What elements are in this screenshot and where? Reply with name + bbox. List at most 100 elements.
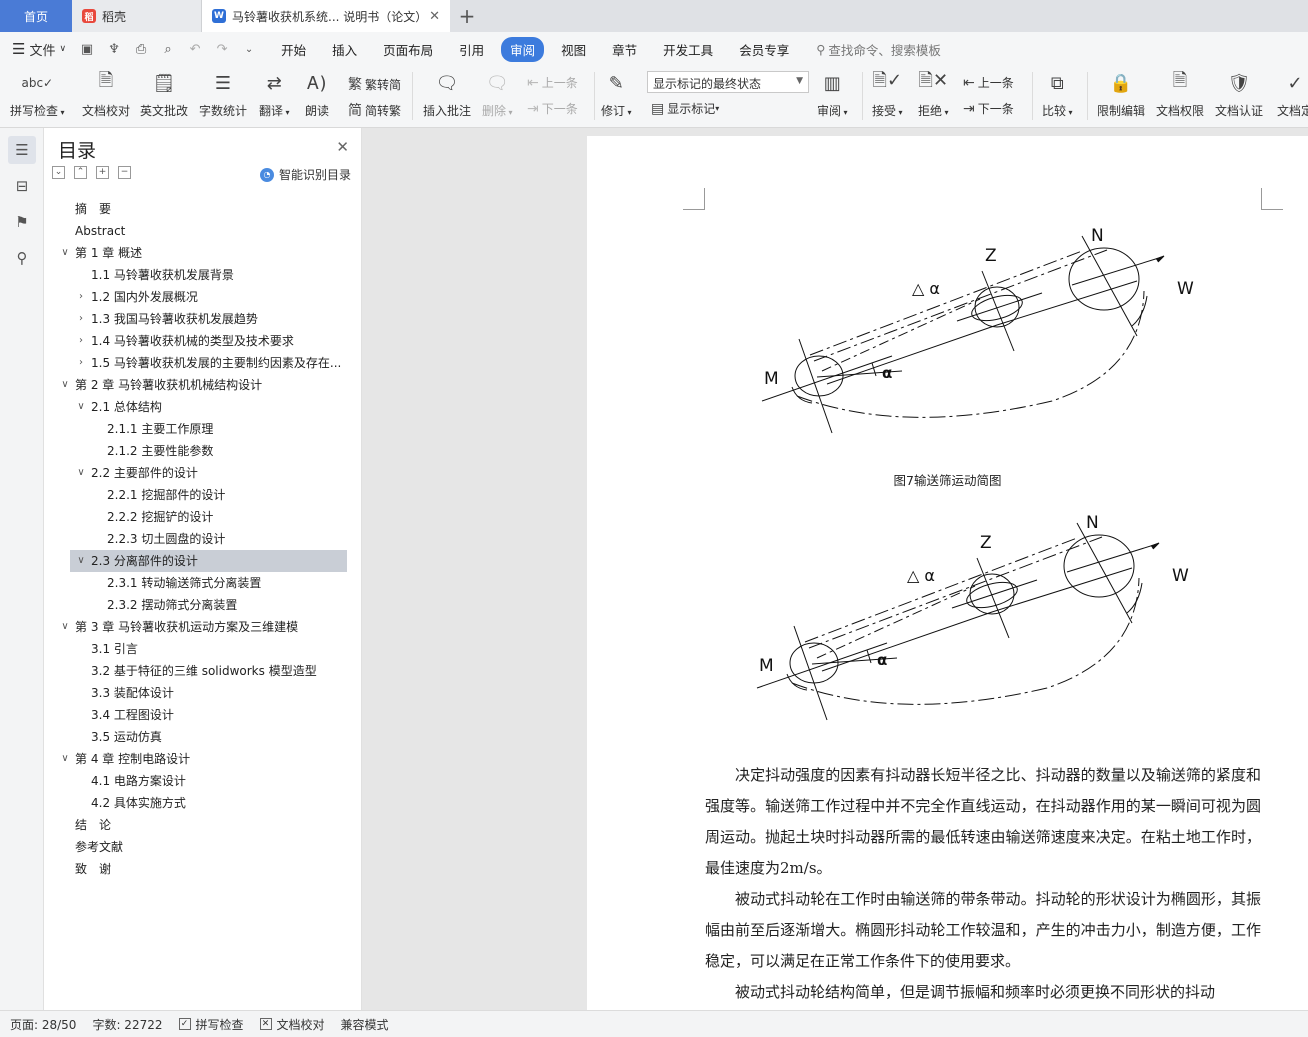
word-count-button[interactable]: ☰ 字数统计 <box>199 68 247 119</box>
trad-to-simp-button[interactable]: 繁繁转简 <box>348 74 401 94</box>
command-search[interactable]: ⚲ 查找命令、搜索模板 <box>816 40 941 59</box>
prev-change-button[interactable]: ⇤ 上一条 <box>963 74 1014 91</box>
chapter-nav-button[interactable]: ⊟ <box>8 172 36 200</box>
tab-4[interactable]: 审阅 <box>501 36 545 62</box>
undo-icon[interactable]: ↶ <box>186 42 204 57</box>
toc-item[interactable]: › 1.4 马铃薯收获机械的类型及技术要求 <box>44 330 362 352</box>
chevron-down-icon[interactable]: ∨ <box>59 242 71 264</box>
toc-item[interactable]: 2.2.3 切土圆盘的设计 <box>44 528 362 550</box>
customize-icon[interactable]: ⌄ <box>240 44 258 55</box>
chevron-down-icon[interactable]: ∨ <box>75 396 87 418</box>
toc-item[interactable]: 致 谢 <box>44 858 362 880</box>
tab-8[interactable]: 会员专享 <box>730 37 798 62</box>
proof-toggle[interactable]: ✕ 文档校对 <box>259 1016 325 1033</box>
toc-item[interactable]: 3.4 工程图设计 <box>44 704 362 726</box>
chevron-down-icon[interactable]: ∨ <box>75 462 87 484</box>
file-menu[interactable]: ☰ 文件 ∨ <box>12 40 66 59</box>
chevron-down-icon[interactable]: ∨ <box>75 550 87 572</box>
delete-comment-button[interactable]: 🗨 删除 ▾ <box>482 68 513 119</box>
redo-icon[interactable]: ↷ <box>213 42 231 57</box>
close-icon[interactable]: ✕ <box>429 9 440 24</box>
translate-button[interactable]: ⇄ 翻译 ▾ <box>259 68 290 119</box>
expand-all-icon[interactable]: ⌃ <box>74 166 87 179</box>
chevron-right-icon[interactable]: › <box>75 308 87 330</box>
read-aloud-button[interactable]: Ꭺ) 朗读 <box>303 68 331 119</box>
toc-item[interactable]: 结 论 <box>44 814 362 836</box>
simp-to-trad-button[interactable]: 简简转繁 <box>348 100 401 120</box>
toc-item[interactable]: 3.1 引言 <box>44 638 362 660</box>
toc-item[interactable]: ∨ 2.2 主要部件的设计 <box>44 462 362 484</box>
chevron-down-icon[interactable]: ∨ <box>59 748 71 770</box>
doc-permission-button[interactable]: 🗎 文档权限 <box>1156 68 1204 119</box>
tab-0[interactable]: 开始 <box>272 37 315 62</box>
toc-item[interactable]: 2.1.2 主要性能参数 <box>44 440 362 462</box>
insert-comment-button[interactable]: 🗨 插入批注 <box>423 68 471 119</box>
print-icon[interactable]: ⎙ <box>132 42 150 57</box>
smart-toc-button[interactable]: ◔ 智能识别目录 <box>259 166 351 183</box>
tab-6[interactable]: 章节 <box>603 37 646 62</box>
print-preview-icon[interactable]: ⌕ <box>159 42 177 57</box>
chevron-right-icon[interactable]: › <box>75 352 87 374</box>
format-painter-icon[interactable]: ♆ <box>105 42 123 57</box>
toc-item[interactable]: ∨ 第 1 章 概述 <box>44 242 362 264</box>
toc-item[interactable]: ∨ 2.1 总体结构 <box>44 396 362 418</box>
tab-7[interactable]: 开发工具 <box>654 37 722 62</box>
toc-item[interactable]: 4.2 具体实施方式 <box>44 792 362 814</box>
toc-item[interactable]: 3.2 基于特征的三维 solidworks 模型造型 <box>44 660 362 682</box>
track-changes-button[interactable]: ✎ 修订 ▾ <box>601 68 632 119</box>
plus-icon[interactable]: + <box>96 166 109 179</box>
tab-1[interactable]: 插入 <box>323 37 366 62</box>
bookmark-nav-button[interactable]: ⚑ <box>8 208 36 236</box>
toc-nav-button[interactable]: ☰ <box>8 136 36 164</box>
spell-check-toggle[interactable]: ✓ 拼写检查 <box>178 1016 244 1033</box>
show-markup-button[interactable]: ▤ 显示标记 ▾ <box>651 100 719 117</box>
minus-icon[interactable]: − <box>118 166 131 179</box>
toc-item[interactable]: 3.5 运动仿真 <box>44 726 362 748</box>
word-count-indicator[interactable]: 字数: 22722 <box>92 1016 162 1033</box>
next-change-button[interactable]: ⇥ 下一条 <box>963 100 1014 117</box>
find-nav-button[interactable]: ⚲ <box>8 244 36 272</box>
tab-2[interactable]: 页面布局 <box>374 37 442 62</box>
tab-document[interactable]: W 马铃薯收获机系统... 说明书（论文） ✕ <box>202 0 450 32</box>
toc-item[interactable]: 2.2.1 挖掘部件的设计 <box>44 484 362 506</box>
toc-item[interactable]: 2.1.1 主要工作原理 <box>44 418 362 440</box>
english-correct-button[interactable]: 🗒 英文批改 <box>140 68 188 119</box>
toc-item[interactable]: ∨ 第 2 章 马铃薯收获机机械结构设计 <box>44 374 362 396</box>
markup-state-select[interactable]: 显示标记的最终状态 ▼ <box>647 71 809 93</box>
new-tab-button[interactable]: + <box>450 0 484 32</box>
toc-item[interactable]: › 1.3 我国马铃薯收获机发展趋势 <box>44 308 362 330</box>
tab-home[interactable]: 首页 <box>0 0 72 32</box>
document-area[interactable]: M Z N W △ α α 图7输送筛运动简图 M Z N W △ α α 决定抖动强度的因素有抖动… <box>362 128 1308 1010</box>
toc-item[interactable]: › 1.2 国内外发展概况 <box>44 286 362 308</box>
toc-item[interactable]: 参考文献 <box>44 836 362 858</box>
toc-item[interactable]: 3.3 装配体设计 <box>44 682 362 704</box>
prev-comment-button[interactable]: ⇤ 上一条 <box>527 74 578 91</box>
spell-check-button[interactable]: abc✓ 拼写检查 ▾ <box>10 68 65 119</box>
doc-final-button[interactable]: ✓ 文档定 <box>1277 68 1308 119</box>
tab-daoke[interactable]: 稻 稻壳 <box>72 0 202 32</box>
page-indicator[interactable]: 页面: 28/50 <box>10 1016 76 1033</box>
toc-item[interactable]: › 1.5 马铃薯收获机发展的主要制约因素及存在... <box>44 352 362 374</box>
review-pane-button[interactable]: ▥ 审阅 ▾ <box>817 68 848 119</box>
toc-item[interactable]: ∨ 2.3 分离部件的设计 <box>70 550 347 572</box>
document-page[interactable]: M Z N W △ α α 图7输送筛运动简图 M Z N W △ α α 决定抖动强度的因素有抖动… <box>587 136 1308 1010</box>
toc-item[interactable]: 4.1 电路方案设计 <box>44 770 362 792</box>
toc-item[interactable]: ∨ 第 3 章 马铃薯收获机运动方案及三维建模 <box>44 616 362 638</box>
toc-item[interactable]: 摘 要 <box>44 198 362 220</box>
restrict-edit-button[interactable]: 🔒 限制编辑 <box>1097 68 1145 119</box>
toc-item[interactable]: 1.1 马铃薯收获机发展背景 <box>44 264 362 286</box>
chevron-down-icon[interactable]: ∨ <box>59 374 71 396</box>
toc-item[interactable]: 2.3.1 转动输送筛式分离装置 <box>44 572 362 594</box>
collapse-all-icon[interactable]: ⌄ <box>52 166 65 179</box>
chevron-down-icon[interactable]: ∨ <box>59 616 71 638</box>
tab-5[interactable]: 视图 <box>552 37 595 62</box>
compare-button[interactable]: ⧉ 比较 ▾ <box>1042 68 1073 119</box>
next-comment-button[interactable]: ⇥ 下一条 <box>527 100 578 117</box>
toc-item[interactable]: Abstract <box>44 220 362 242</box>
reject-button[interactable]: 🗎✕ 拒绝 ▾ <box>918 68 949 119</box>
toc-item[interactable]: 2.3.2 摆动筛式分离装置 <box>44 594 362 616</box>
accept-button[interactable]: 🗎✓ 接受 ▾ <box>872 68 903 119</box>
chevron-right-icon[interactable]: › <box>75 286 87 308</box>
chevron-right-icon[interactable]: › <box>75 330 87 352</box>
toc-item[interactable]: ∨ 第 4 章 控制电路设计 <box>44 748 362 770</box>
